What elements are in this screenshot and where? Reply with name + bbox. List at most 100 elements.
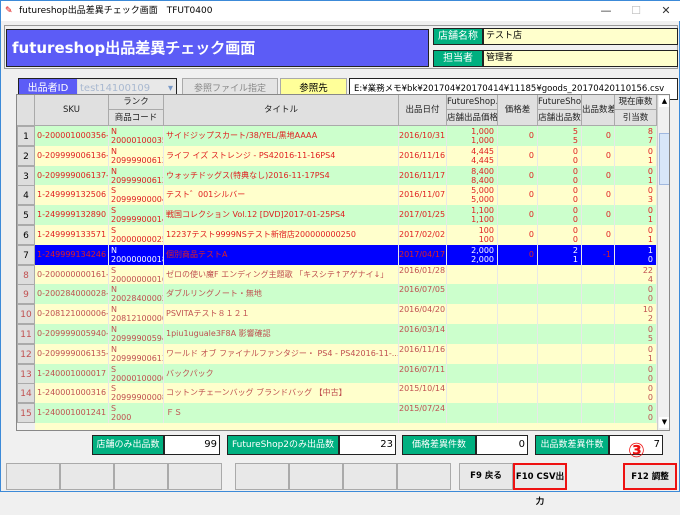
sku-cell-sku: 0-200284000028-10 [37, 289, 109, 299]
stock-cell-s1: 1 [647, 245, 653, 255]
col-header-stock[interactable]: 現在庫数 [615, 95, 657, 110]
scroll-thumb[interactable] [659, 133, 669, 185]
qty-diff-cell: 0 [582, 185, 615, 206]
date-cell: 2016/11/16 [399, 145, 447, 166]
table-row[interactable]: 151-240001001241S2000ＦＳ2015/07/241,85200… [17, 403, 657, 424]
window-title: futureshop出品差異チェック画面 TFUT0400 [19, 6, 213, 16]
col-header-qty-diff[interactable]: 出品数差 [582, 95, 615, 126]
rank-code-cell-rank: S [111, 226, 117, 235]
scroll-up-icon[interactable]: ▲ [659, 96, 669, 107]
qty-diff-cell [582, 284, 615, 305]
table-row[interactable]: 8 0-200000000161-20S200000000161ゼロの使い魔F エ… [17, 264, 657, 285]
table-row[interactable]: 11 0-209999005940-10N2099990059401piu1ugu… [17, 324, 657, 344]
table-row[interactable]: 41-249999132506S209999000044テスト゛001シルバー2… [17, 185, 657, 206]
function-key-f3[interactable] [114, 463, 168, 490]
col-header-title[interactable]: タイトル [164, 95, 399, 126]
title-cell-title: コットンチェーンバッグ ブランドバッグ 【中古】 [166, 388, 347, 398]
stock-cell-s1: 0 [647, 404, 653, 414]
vertical-scrollbar[interactable]: ▲ ▼ [657, 95, 669, 430]
date-cell: 2016/01/28 [399, 264, 447, 285]
sku-cell-sku: 1-249999132890 [37, 210, 107, 220]
table-row[interactable]: 1 0-200001000356-10N200001000355サイドジップスカー… [17, 126, 657, 146]
col-header-fs-price[interactable]: FutureShop... [447, 95, 498, 110]
function-key-f6[interactable] [289, 463, 343, 490]
title-cell-title: 戦国コレクション Vol.12 [DVD]2017-01-25PS4 [166, 210, 346, 220]
qty-diff-cell: 0 [582, 145, 615, 166]
row-number: 3 [17, 165, 35, 186]
sku-cell: 1-240001000316 [35, 383, 109, 404]
function-key-f4[interactable] [168, 463, 222, 490]
maximize-button[interactable]: ☐ [621, 1, 651, 21]
col-header-date[interactable]: 出品日付 [399, 95, 447, 126]
row-number-n: 13 [20, 369, 32, 380]
table-row[interactable]: 131-240001000017S200001000008バックパック2016/… [17, 363, 657, 384]
table-row[interactable]: 12 0-209999006135-10N209999006135ワールド オブ … [17, 343, 657, 364]
table-row[interactable]: 51-249999132890S209999000145戦国コレクション Vol… [17, 205, 657, 226]
row-number: 2 [17, 145, 35, 166]
table-row[interactable]: 141-240001000316S209999000083コットンチェーンバッグ… [17, 383, 657, 404]
col-header-fs-qty[interactable]: FutureSho... [538, 95, 582, 110]
table-row[interactable]: 71-249999134246N200000000186個別商品テストA2017… [17, 244, 657, 265]
price-diff-cell [498, 403, 538, 424]
qty-cell: 0 [538, 324, 582, 344]
store-only-value: 99 [164, 435, 220, 455]
col-header-store-price[interactable]: 店舗出品価格 [447, 110, 498, 126]
date-cell-date: 2017/01/25 [399, 210, 446, 220]
qty-cell: 0 [538, 403, 582, 424]
table-row-partial[interactable] [35, 423, 657, 430]
function-key-f5[interactable] [235, 463, 289, 490]
col-header-sku[interactable]: SKU [35, 95, 109, 126]
table-row[interactable]: 61-249999133571S20000000025012237テスト9999… [17, 225, 657, 245]
store-name-label: 店舗名称 [433, 28, 483, 45]
rank-code-cell-rank: S [111, 404, 117, 414]
price-cell-p1: 1,000 [471, 127, 494, 136]
row-number-n: 14 [20, 389, 32, 400]
scroll-down-icon[interactable]: ▼ [659, 417, 669, 428]
minimize-button[interactable]: — [591, 1, 621, 21]
col-header-rank[interactable]: ランク [109, 95, 164, 110]
sku-cell-sku: 1-240001001241 [37, 408, 107, 418]
table-row[interactable]: 2 0-209999006136-10N209999006136ライフ イズ スト… [17, 145, 657, 166]
rank-code-cell-code: 209999005940 [111, 334, 163, 343]
adjust-button[interactable]: F12 調整 [623, 463, 677, 490]
rank-code-cell: S200000000250 [109, 225, 164, 245]
function-key-f2[interactable] [60, 463, 114, 490]
back-button[interactable]: F9 戻る [459, 463, 513, 490]
stock-cell-s2: 5 [647, 334, 653, 343]
row-number: 9 [17, 284, 35, 305]
stock-cell: 01 [615, 343, 657, 364]
table-row[interactable]: 10 0-208121000006-10N208121000006PSVITAテス… [17, 304, 657, 325]
stock-cell: 05 [615, 324, 657, 344]
csv-export-button[interactable]: F10 CSV出力 [513, 463, 567, 507]
store-name-value: テスト店 [483, 28, 678, 45]
col-header-code[interactable]: 商品コード [109, 110, 164, 126]
row-number-n: 4 [23, 191, 29, 202]
sku-cell: 0-200284000028-10 [35, 284, 109, 305]
sku-cell: 0-209999006135-10 [35, 343, 109, 364]
row-number: 10 [17, 304, 35, 325]
col-header-store-qty[interactable]: 店舗出品数 [538, 110, 582, 126]
col-header-price-diff[interactable]: 価格差 [498, 95, 538, 126]
stock-cell: 01 [615, 205, 657, 226]
function-key-f7[interactable] [343, 463, 397, 490]
table-row[interactable]: 3 0-209999006137-10N209999006137ウォッチドッグス(… [17, 165, 657, 186]
price-diff-count-value: 0 [476, 435, 528, 455]
qty-cell-q2: 0 [572, 155, 578, 165]
function-key-f8[interactable] [397, 463, 451, 490]
row-number-n: 11 [20, 330, 32, 340]
qty-diff-cell-qd: -1 [603, 249, 611, 259]
title-cell-title: ウォッチドッグス(特典なし)2016-11-17PS4 [166, 170, 330, 180]
stock-cell: 00 [615, 363, 657, 384]
price-diff-cell: 0 [498, 244, 538, 265]
date-cell-date: 2016/10/31 [399, 131, 446, 140]
date-cell: 2015/07/24 [399, 403, 447, 424]
title-cell: PSVITAテスト８１２１ [164, 304, 399, 325]
function-key-f1[interactable] [6, 463, 60, 490]
stock-cell-s1: 0 [647, 325, 653, 334]
table-row[interactable]: 9 0-200284000028-10N200284000028ダブルリングノート… [17, 284, 657, 305]
price-cell: 2,500 [447, 264, 498, 285]
close-button[interactable]: ✕ [651, 1, 680, 21]
col-header-alloc[interactable]: 引当数 [615, 110, 657, 126]
row-number-n: 12 [20, 349, 32, 360]
qty-cell-q1: 0 [572, 206, 578, 216]
